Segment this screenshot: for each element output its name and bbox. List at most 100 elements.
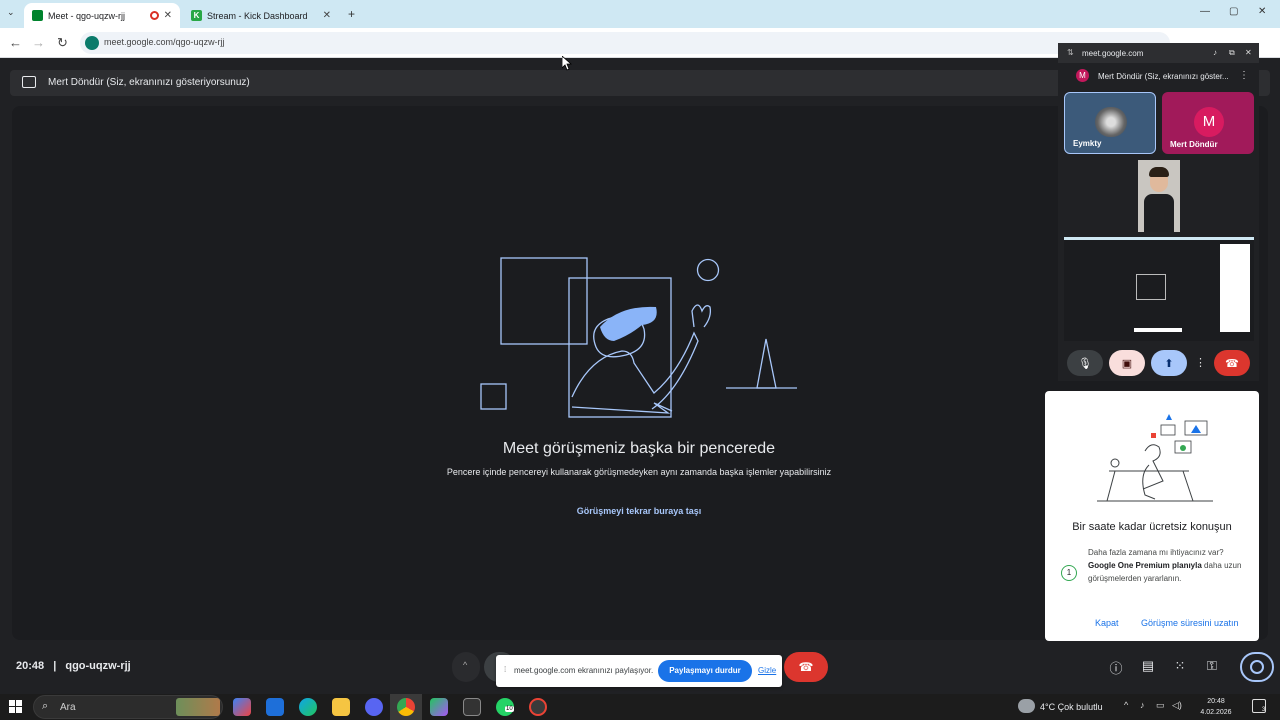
mouse-cursor-icon — [562, 56, 572, 71]
presenter-name: Mert Döndür (Siz, ekranınızı göster... — [1098, 72, 1229, 81]
site-settings-icon[interactable]: ⇅ — [1067, 48, 1074, 57]
whatsapp-icon[interactable]: 10 — [496, 698, 514, 716]
edge-icon[interactable] — [299, 698, 317, 716]
site-info-icon[interactable] — [85, 36, 99, 50]
free-time-limit-card: Bir saate kadar ücretsiz konuşun 1 Daha … — [1045, 391, 1259, 641]
host-controls-icon[interactable]: ⚿ — [1204, 658, 1220, 674]
timer-icon — [1250, 660, 1264, 674]
pip-origin: meet.google.com — [1082, 49, 1144, 58]
timer-button[interactable] — [1240, 652, 1274, 682]
hat-shape — [600, 306, 657, 341]
avatar: M — [1076, 69, 1089, 82]
notification-center-icon[interactable]: 3 — [1252, 699, 1266, 713]
shared-screen-preview — [1064, 237, 1254, 341]
new-tab-icon[interactable]: + — [348, 7, 355, 21]
avatar: M — [1194, 107, 1224, 137]
pip-controls: 🎙 ▣ ⬆ ⋮ ☎ — [1058, 346, 1259, 378]
mic-tray-icon[interactable]: ♪ — [1140, 700, 1145, 710]
maximize-icon[interactable]: ▢ — [1229, 6, 1238, 17]
close-tab-icon[interactable]: ✕ — [323, 10, 331, 21]
app-icon[interactable] — [430, 698, 448, 716]
notification-badge: 10 — [505, 706, 514, 712]
more-options-icon[interactable]: ⋮ — [1239, 70, 1249, 81]
weather-text[interactable]: 4°C Çok bulutlu — [1040, 702, 1103, 712]
participant-name: Eymkty — [1073, 139, 1102, 148]
square-shape — [500, 257, 588, 345]
self-video — [1138, 160, 1180, 232]
close-promo-button[interactable]: Kapat — [1095, 618, 1119, 628]
chrome-active-tab[interactable] — [390, 694, 422, 720]
more-audio-options-button[interactable]: ^ — [452, 652, 480, 682]
search-placeholder: Ara — [60, 702, 76, 713]
small-square-shape — [480, 383, 507, 410]
copilot-icon[interactable] — [233, 698, 251, 716]
pip-presenter-row: M Mert Döndür (Siz, ekranınızı göster...… — [1058, 63, 1259, 89]
tab-title: Meet - qgo-uqzw-rjj — [48, 10, 126, 21]
discord-icon[interactable] — [365, 698, 383, 716]
volume-icon[interactable]: ◁) — [1172, 700, 1182, 711]
file-explorer-icon[interactable] — [332, 698, 350, 716]
chat-icon[interactable]: ▤ — [1140, 658, 1156, 674]
circle-shape — [696, 258, 720, 282]
separator: | — [53, 660, 57, 672]
close-pip-icon[interactable]: ✕ — [1245, 48, 1252, 57]
hangup-icon: ☎ — [1225, 357, 1239, 370]
chrome-icon — [397, 698, 415, 716]
promo-body-prefix: Daha fazla zamana mı ihtiyacınız var? — [1088, 548, 1224, 557]
promo-illustration — [1097, 414, 1213, 502]
app-icon[interactable] — [463, 698, 481, 716]
tab-search-icon[interactable]: ⌄ — [7, 7, 15, 18]
hide-notice-link[interactable]: Gizle — [758, 666, 776, 675]
notification-count: 3 — [1262, 707, 1266, 713]
camera-off-icon: ▣ — [1121, 357, 1133, 370]
close-tab-icon[interactable]: ✕ — [164, 10, 172, 21]
pip-illustration — [480, 257, 797, 418]
info-icon[interactable]: ⓘ — [1108, 658, 1124, 676]
network-icon[interactable]: ▭ — [1156, 700, 1165, 711]
back-icon[interactable]: ← — [9, 35, 22, 50]
leave-call-button[interactable]: ☎ — [784, 652, 828, 682]
back-to-tab-icon[interactable]: ⧉ — [1229, 48, 1235, 58]
meet-favicon-icon — [32, 10, 43, 21]
taskbar-search[interactable]: ⌕ Ara — [33, 695, 223, 719]
chrome-profile-icon[interactable] — [529, 698, 547, 716]
drag-handle-icon[interactable]: ⁞ — [504, 665, 506, 674]
tab-meet[interactable]: Meet - qgo-uqzw-rjj ✕ — [24, 3, 180, 28]
store-icon[interactable] — [266, 698, 284, 716]
screen-share-notice: ⁞ meet.google.com ekranınızı paylaşıyor.… — [496, 655, 782, 687]
reload-icon[interactable]: ↻ — [57, 35, 68, 51]
google-one-badge: 1 — [1061, 565, 1077, 581]
meeting-info: 20:48 | qgo-uqzw-rjj — [16, 660, 131, 672]
participant-tile[interactable]: Eymkty — [1064, 92, 1156, 154]
start-icon[interactable] — [9, 700, 22, 713]
chevron-up-icon[interactable]: ^ — [1124, 700, 1128, 710]
promo-body-bold: Google One Premium planıyla — [1088, 561, 1202, 570]
more-options-icon[interactable]: ⋮ — [1195, 356, 1206, 369]
taskbar-clock[interactable]: 20:48 4.02.2026 — [1196, 696, 1236, 718]
close-window-icon[interactable]: ✕ — [1258, 6, 1266, 17]
minimize-icon[interactable]: — — [1200, 6, 1210, 17]
browser-tab-strip: ⌄ Meet - qgo-uqzw-rjj ✕ K Stream - Kick … — [0, 0, 1280, 28]
camera-off-button[interactable]: ▣ — [1109, 350, 1145, 376]
omnibox[interactable]: meet.google.com/qgo-uqzw-rjj — [80, 32, 1170, 54]
chevron-up-icon: ^ — [463, 660, 468, 670]
stop-sharing-button[interactable]: Paylaşmayı durdur — [658, 660, 752, 682]
window-frame — [568, 277, 672, 418]
search-icon: ⌕ — [42, 700, 49, 712]
present-button[interactable]: ⬆ — [1151, 350, 1187, 376]
windows-taskbar: ⌕ Ara 10 4°C Çok bulutlu ^ ♪ ▭ ◁) 20:48 … — [0, 694, 1280, 720]
participant-tile[interactable]: M Mert Döndür — [1162, 92, 1254, 154]
forward-icon[interactable]: → — [32, 35, 45, 50]
activities-icon[interactable]: ⁙ — [1172, 658, 1188, 674]
leave-call-button[interactable]: ☎ — [1214, 350, 1250, 376]
pip-titlebar: ⇅ meet.google.com ♪ ⧉ ✕ — [1058, 43, 1259, 63]
tab-kick[interactable]: K Stream - Kick Dashboard ✕ — [183, 3, 339, 28]
extend-call-button[interactable]: Görüşme süresini uzatın — [1141, 618, 1239, 628]
clock-time: 20:48 — [1207, 698, 1225, 705]
search-highlight-image — [176, 698, 220, 716]
mic-button[interactable]: 🎙 — [1067, 350, 1103, 376]
participant-name: Mert Döndür — [1170, 140, 1218, 149]
mic-icon: 🎙 — [1078, 357, 1092, 370]
recording-icon — [150, 11, 159, 20]
mic-small-icon[interactable]: ♪ — [1213, 48, 1217, 57]
